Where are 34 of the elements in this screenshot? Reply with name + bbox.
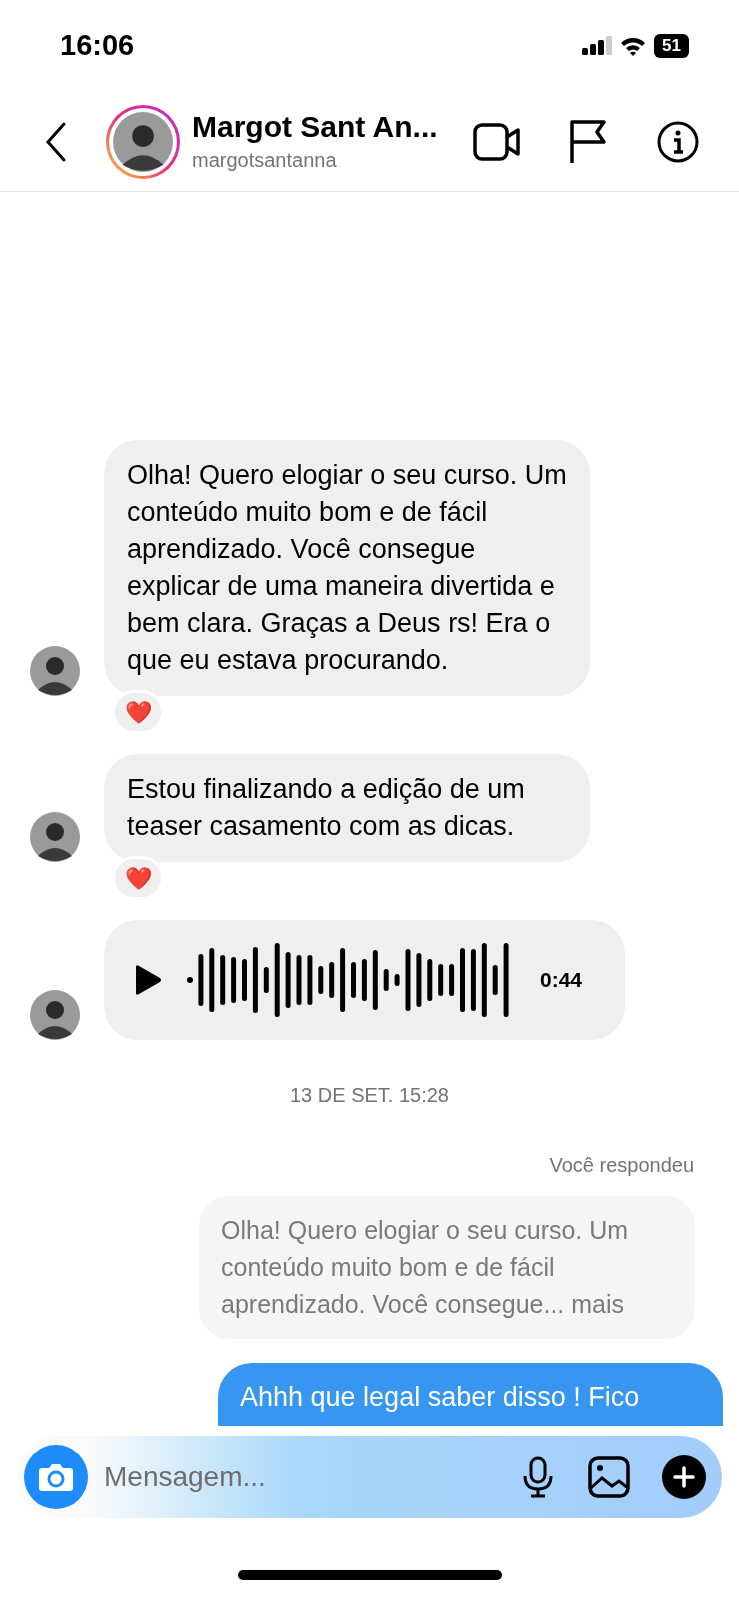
signal-icon xyxy=(582,36,613,56)
info-icon[interactable] xyxy=(657,120,699,163)
message-text: Estou finalizando a edição de um teaser casamento com as dicas. xyxy=(127,773,526,843)
sent-message-text: Ahhh que legal saber disso ! Fico xyxy=(240,1381,641,1414)
video-call-icon[interactable] xyxy=(473,122,521,161)
wifi-icon xyxy=(620,36,647,56)
flag-icon[interactable] xyxy=(569,118,607,165)
avatar[interactable] xyxy=(30,646,80,696)
message-field[interactable]: Mensagem... xyxy=(18,1436,722,1518)
camera-button[interactable] xyxy=(24,1445,88,1509)
play-icon[interactable] xyxy=(134,964,162,996)
voice-message[interactable]: 0:44 xyxy=(104,920,625,1040)
microphone-icon[interactable] xyxy=(522,1456,554,1498)
avatar[interactable] xyxy=(30,812,80,862)
timestamp: 13 DE SET. 15:28 xyxy=(289,1083,450,1108)
avatar[interactable] xyxy=(30,990,80,1040)
quoted-message[interactable]: Olha! Quero elogiar o seu curso. Um conteúdo muito bom e de fácil aprendizado. Você consegue... mais xyxy=(199,1196,695,1339)
quoted-text: Olha! Quero elogiar o seu curso. Um conteúdo muito bom e de fácil aprendizado. Você consegue... mais xyxy=(221,1215,630,1320)
back-icon[interactable] xyxy=(44,121,68,162)
add-button[interactable] xyxy=(662,1455,706,1499)
plus-icon xyxy=(673,1466,695,1488)
battery-indicator: 51 xyxy=(654,34,689,58)
reply-label: Você respondeu xyxy=(548,1153,695,1178)
audio-duration: 0:44 xyxy=(540,967,583,994)
image-icon[interactable] xyxy=(588,1456,630,1498)
message-bubble[interactable]: Estou finalizando a edição de um teaser casamento com as dicas. xyxy=(104,754,590,862)
status-time: 16:06 xyxy=(60,28,135,64)
avatar[interactable] xyxy=(113,111,173,172)
contact-name[interactable]: Margot Sant An... xyxy=(192,108,438,145)
message-input[interactable]: Mensagem... xyxy=(104,1456,522,1498)
contact-username: margotsantanna xyxy=(192,147,338,173)
message-bubble[interactable]: Olha! Quero elogiar o seu curso. Um conteúdo muito bom e de fácil aprendizado. Você consegue explicar de uma maneira divertida e bem clara. Graças a Deus rs! Era o que eu estava procurando. xyxy=(104,440,590,696)
message-text: Olha! Quero elogiar o seu curso. Um conteúdo muito bom e de fácil aprendizado. Você consegue explicar de uma maneira divertida e bem clara. Graças a Deus rs! Era o que eu estava procurando. xyxy=(127,459,567,677)
camera-icon xyxy=(38,1462,74,1492)
